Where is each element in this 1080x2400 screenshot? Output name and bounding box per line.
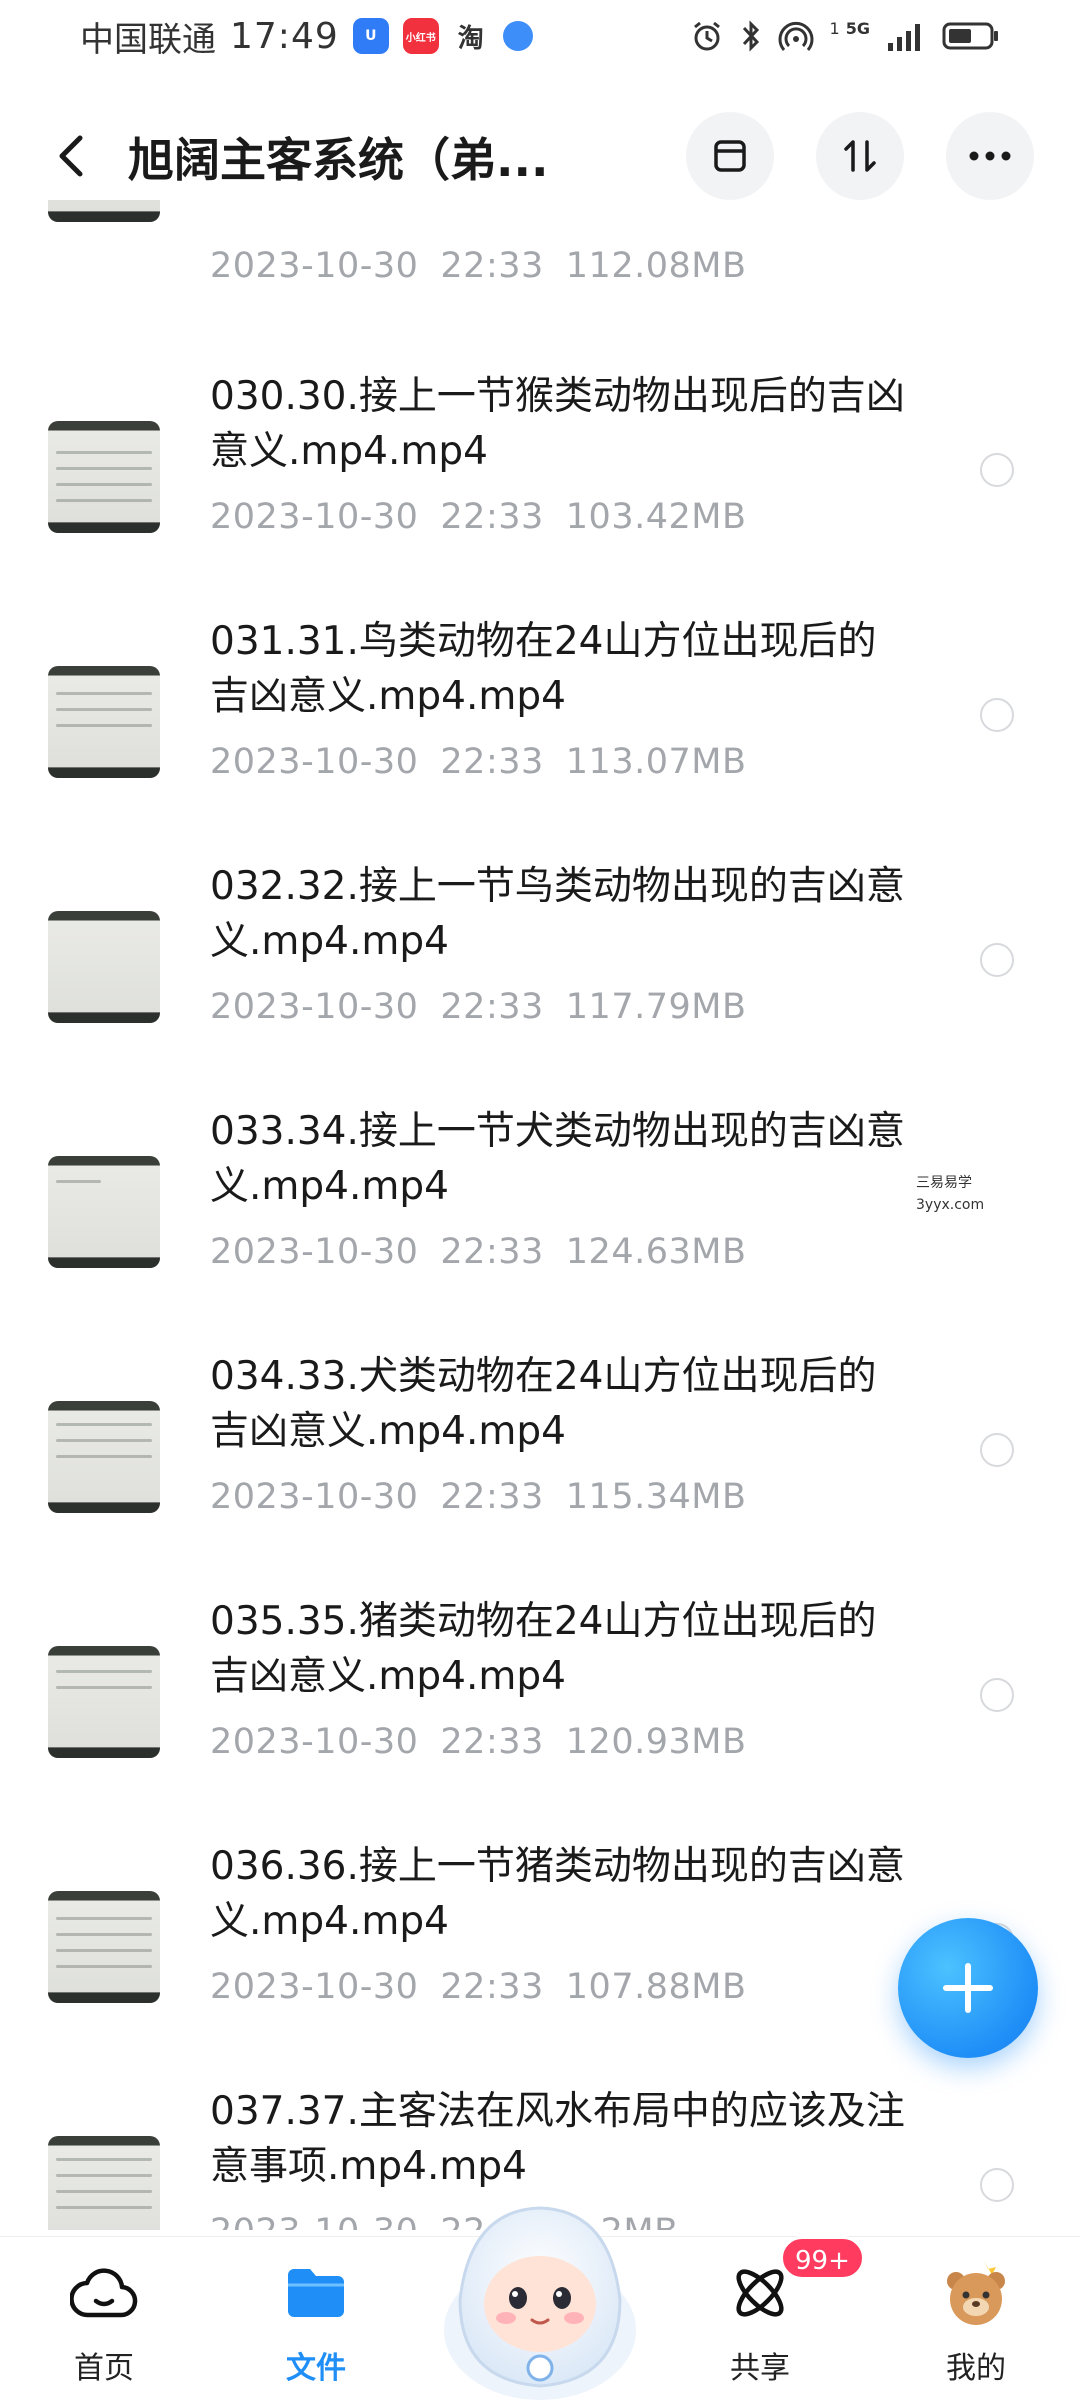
chevron-left-icon bbox=[59, 135, 83, 177]
nav-label: 文件 bbox=[286, 2351, 346, 2386]
browser-icon bbox=[502, 21, 533, 51]
video-thumbnail bbox=[48, 1891, 160, 2003]
video-thumbnail bbox=[48, 2136, 160, 2230]
file-name: 035.35.猪类动物在24山方位出现后的吉凶意义.mp4.mp4 bbox=[210, 1599, 877, 1699]
select-checkbox[interactable] bbox=[980, 1678, 1014, 1712]
u-app-icon: U bbox=[352, 18, 389, 54]
video-thumbnail bbox=[48, 421, 160, 533]
nav-files[interactable]: 文件 bbox=[246, 2237, 386, 2400]
video-thumbnail bbox=[48, 200, 160, 222]
nav-label: 我的 bbox=[946, 2351, 1006, 2386]
hotspot-icon bbox=[778, 21, 814, 51]
list-item[interactable]: 031.31.鸟类动物在24山方位出现后的吉凶意义.mp4.mp4 2023-1… bbox=[0, 610, 1080, 855]
taobao-icon: 淘 bbox=[457, 23, 484, 54]
file-meta: 2023-10-30 22:33 124.63MB bbox=[210, 1232, 747, 1272]
share-notification-badge: 99+ bbox=[780, 2236, 865, 2280]
file-meta: 2023-10-30 22:33 117.79MB bbox=[210, 987, 747, 1027]
status-right: 1 5G bbox=[690, 19, 1000, 53]
watermark: 三易易学 3yyx.com bbox=[916, 1172, 985, 1216]
file-name: 033.34.接上一节犬类动物出现的吉凶意义.mp4.mp4 bbox=[210, 1109, 905, 1209]
status-left: 中国联通 17:49 U 小红书 淘 bbox=[80, 12, 533, 61]
add-button[interactable] bbox=[898, 1918, 1038, 2058]
mascot-button[interactable] bbox=[430, 2180, 650, 2400]
select-checkbox[interactable] bbox=[980, 943, 1014, 977]
file-name: 030.30.接上一节猴类动物出现后的吉凶意义.mp4.mp4 bbox=[210, 374, 905, 474]
sim-index: 1 bbox=[829, 18, 840, 38]
page-title: 旭阔主客系统（弟... bbox=[128, 133, 549, 187]
video-thumbnail bbox=[48, 1646, 160, 1758]
file-name: 032.32.接上一节鸟类动物出现的吉凶意义.mp4.mp4 bbox=[210, 864, 905, 964]
xiaohongshu-icon: 小红书 bbox=[402, 18, 439, 54]
video-thumbnail bbox=[48, 911, 160, 1023]
archive-button[interactable] bbox=[686, 112, 774, 200]
carrier-label: 中国联通 bbox=[80, 19, 216, 60]
app-screen: 中国联通 17:49 U 小红书 淘 1 5G 旭阔主客系统（弟... 2023… bbox=[0, 0, 1080, 2400]
archive-icon bbox=[714, 140, 746, 172]
list-item[interactable]: 030.30.接上一节猴类动物出现后的吉凶意义.mp4.mp4 2023-10-… bbox=[0, 365, 1080, 610]
bear-avatar-icon bbox=[940, 2257, 1012, 2329]
file-name: 036.36.接上一节猪类动物出现的吉凶意义.mp4.mp4 bbox=[210, 1844, 905, 1944]
top-app-bar: 旭阔主客系统（弟... bbox=[0, 100, 1080, 210]
file-meta: 2023-10-30 22:33 120.93MB bbox=[210, 1722, 747, 1762]
list-item[interactable]: 034.33.犬类动物在24山方位出现后的吉凶意义.mp4.mp4 2023-1… bbox=[0, 1345, 1080, 1590]
file-name: 031.31.鸟类动物在24山方位出现后的吉凶意义.mp4.mp4 bbox=[210, 619, 877, 719]
nav-label: 共享 bbox=[730, 2351, 790, 2386]
folder-icon bbox=[280, 2257, 352, 2329]
select-checkbox[interactable] bbox=[980, 698, 1014, 732]
video-thumbnail bbox=[48, 1156, 160, 1268]
file-meta: 2023-10-30 22:33 112.08MB bbox=[210, 246, 747, 286]
video-thumbnail bbox=[48, 666, 160, 778]
file-meta: 2023-10-30 22:33 115.34MB bbox=[210, 1477, 747, 1517]
signal-icon bbox=[888, 24, 920, 51]
clock: 17:49 bbox=[230, 15, 339, 57]
sort-button[interactable] bbox=[816, 112, 904, 200]
battery-icon bbox=[942, 22, 998, 50]
list-item[interactable]: 032.32.接上一节鸟类动物出现的吉凶意义.mp4.mp4 2023-10-3… bbox=[0, 855, 1080, 1100]
plus-icon bbox=[943, 1963, 993, 2013]
nav-profile[interactable]: 我的 bbox=[906, 2237, 1046, 2400]
select-checkbox[interactable] bbox=[980, 2168, 1014, 2202]
status-bar: 中国联通 17:49 U 小红书 淘 1 5G bbox=[0, 0, 1080, 72]
select-checkbox[interactable] bbox=[980, 453, 1014, 487]
alarm-icon bbox=[693, 21, 720, 51]
file-meta: 2023-10-30 22:33 107.88MB bbox=[210, 1967, 747, 2007]
list-item[interactable]: 033.34.接上一节犬类动物出现的吉凶意义.mp4.mp4 2023-10-3… bbox=[0, 1100, 1080, 1345]
file-name: 034.33.犬类动物在24山方位出现后的吉凶意义.mp4.mp4 bbox=[210, 1354, 877, 1454]
list-item[interactable]: 035.35.猪类动物在24山方位出现后的吉凶意义.mp4.mp4 2023-1… bbox=[0, 1590, 1080, 1835]
back-button[interactable] bbox=[44, 128, 100, 184]
nav-home[interactable]: 首页 bbox=[34, 2237, 174, 2400]
select-checkbox[interactable] bbox=[980, 1433, 1014, 1467]
mascot-icon bbox=[444, 2206, 636, 2400]
file-name: 037.37.主客法在风水布局中的应该及注意事项.mp4.mp4 bbox=[210, 2089, 905, 2189]
more-button[interactable] bbox=[946, 112, 1034, 200]
list-item[interactable]: 2023-10-30 22:33 112.08MB bbox=[0, 200, 1080, 355]
sort-icon bbox=[844, 140, 876, 172]
file-meta: 2023-10-30 22:33 113.07MB bbox=[210, 742, 747, 782]
bluetooth-icon bbox=[742, 20, 759, 52]
video-thumbnail bbox=[48, 1401, 160, 1513]
nav-label: 首页 bbox=[74, 2351, 134, 2386]
cloud-home-icon bbox=[68, 2257, 140, 2329]
file-meta: 2023-10-30 22:33 103.42MB bbox=[210, 497, 747, 537]
more-icon bbox=[969, 151, 1011, 161]
network-type: 5G bbox=[845, 18, 870, 38]
